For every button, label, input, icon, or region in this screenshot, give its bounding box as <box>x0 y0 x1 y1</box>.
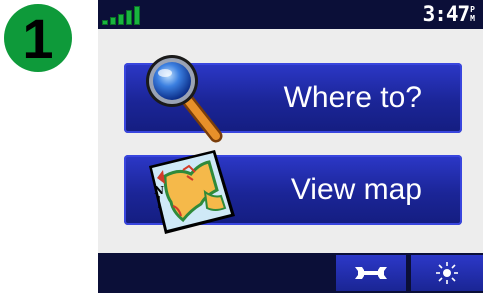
view-map-label: View map <box>290 173 422 206</box>
map-icon: N <box>149 150 235 234</box>
clock-time: 3:47 <box>422 2 471 26</box>
clock: 3:47 P M <box>423 2 475 26</box>
status-bar: 3:47 P M <box>98 0 483 29</box>
where-to-label: Where to? <box>283 81 422 114</box>
tools-button[interactable] <box>336 255 406 291</box>
clock-ampm: P M <box>470 5 475 23</box>
signal-strength-icon <box>102 6 140 25</box>
step-number: 1 <box>22 7 54 70</box>
brightness-icon <box>436 262 458 284</box>
wrench-icon <box>355 267 387 279</box>
brightness-button[interactable] <box>411 255 483 291</box>
svg-text:N: N <box>154 184 164 197</box>
device-screen: 3:47 P M Where to? View map N <box>98 0 483 293</box>
magnifying-glass-icon <box>146 55 223 143</box>
step-number-badge: 1 <box>4 4 72 72</box>
